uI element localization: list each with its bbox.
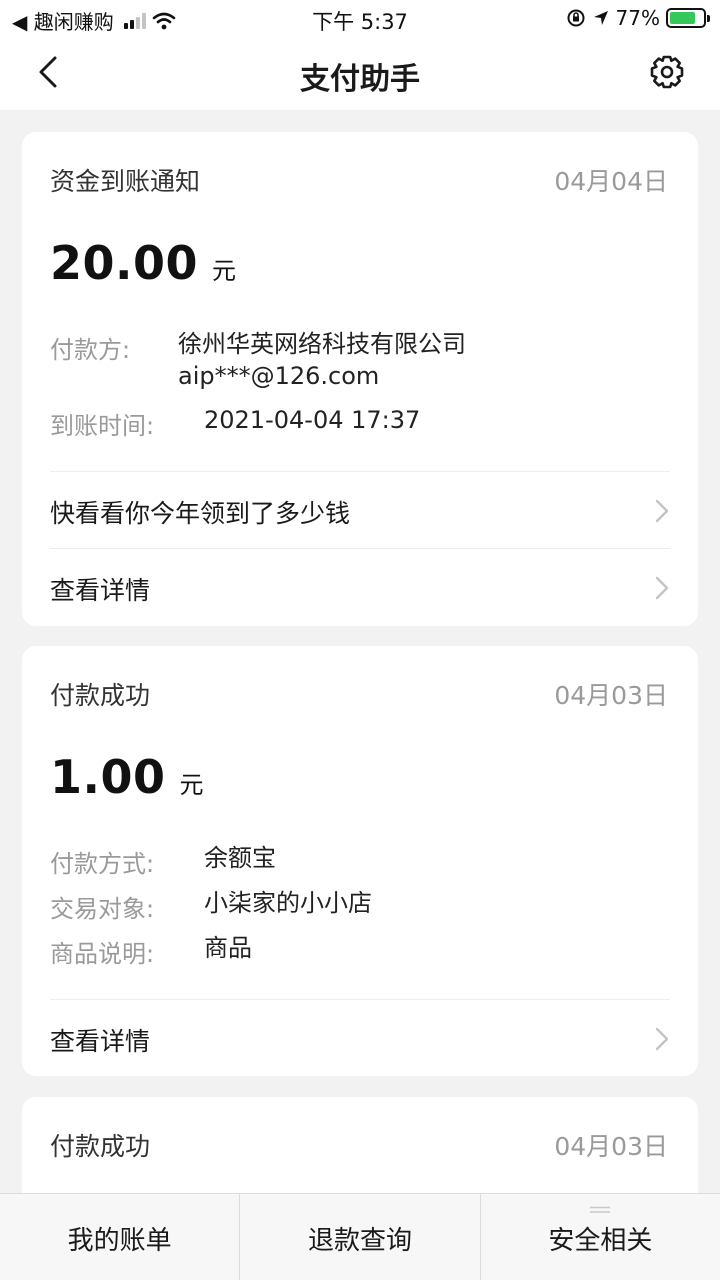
amount: 20.00 元: [50, 236, 236, 290]
tab-refund-query[interactable]: 退款查询: [239, 1194, 479, 1280]
field-item-description: 商品说明: 商品: [50, 934, 668, 968]
payer-account: aip***@126.com: [178, 362, 380, 390]
card-header: 付款成功 04月03日: [50, 676, 668, 712]
card-date: 04月03日: [554, 681, 668, 710]
field-payment-method: 付款方式: 余额宝: [50, 844, 668, 878]
gear-icon[interactable]: [648, 53, 686, 91]
chevron-right-icon: [655, 576, 669, 600]
notice-card-income: 资金到账通知 04月04日 20.00 元 付款方: 徐州华英网络科技有限公司 …: [22, 132, 698, 626]
field-label: 商品说明:: [50, 940, 155, 968]
field-counterparty: 交易对象: 小柒家的小小店: [50, 889, 668, 923]
field-value: 商品: [204, 934, 252, 962]
chevron-right-icon: [655, 499, 669, 523]
link-annual-income[interactable]: 快看看你今年领到了多少钱: [50, 472, 670, 548]
field-label: 付款方:: [50, 336, 131, 364]
field-value: 2021-04-04 17:37: [204, 406, 421, 434]
tab-my-bills[interactable]: 我的账单: [0, 1194, 239, 1280]
menu-icon: [590, 1206, 611, 1213]
amount-unit: 元: [212, 257, 237, 285]
rotation-lock-icon: [567, 9, 585, 27]
battery-icon: [666, 8, 710, 28]
tab-security[interactable]: 安全相关: [479, 1194, 720, 1280]
field-label: 付款方式:: [50, 850, 155, 878]
field-label: 到账时间:: [50, 412, 155, 440]
amount-value: 1.00: [50, 750, 166, 804]
card-header: 付款成功 04月03日: [50, 1127, 668, 1163]
card-date: 04月04日: [554, 167, 668, 196]
card-title: 资金到账通知: [50, 167, 201, 196]
card-date: 04月03日: [554, 1132, 668, 1161]
field-arrival-time: 到账时间: 2021-04-04 17:37: [50, 406, 668, 440]
card-title: 付款成功: [50, 1132, 151, 1161]
notice-card-payment: 付款成功 04月03日 1.00 元 付款方式: 余额宝 交易对象: 小柒家的小…: [22, 646, 698, 1076]
field-value: 小柒家的小小店: [204, 889, 372, 917]
page-title: 支付助手: [300, 62, 420, 97]
field-label: 交易对象:: [50, 895, 155, 923]
location-arrow-icon: [593, 11, 608, 25]
link-label: 查看详情: [50, 576, 151, 605]
link-label: 查看详情: [50, 1027, 151, 1056]
link-label: 快看看你今年领到了多少钱: [50, 499, 351, 528]
card-header: 资金到账通知 04月04日: [50, 162, 668, 198]
status-right: 77%: [566, 6, 710, 30]
amount-value: 20.00: [50, 236, 199, 290]
link-view-details[interactable]: 查看详情: [50, 1000, 670, 1076]
bottom-tab-bar: 我的账单 退款查询 安全相关: [0, 1193, 720, 1280]
status-bar: ◀ 趣闲赚购 下午 5:37 77%: [0, 0, 720, 36]
amount: 1.00 元: [50, 750, 204, 804]
chevron-right-icon: [655, 1027, 669, 1051]
tab-label: 我的账单: [67, 1226, 172, 1256]
field-payer: 付款方: 徐州华英网络科技有限公司 aip***@126.com: [50, 330, 668, 400]
amount-unit: 元: [179, 771, 204, 799]
tab-label: 安全相关: [548, 1226, 653, 1256]
card-title: 付款成功: [50, 681, 151, 710]
top-navbar: 支付助手: [0, 36, 720, 110]
battery-percent: 77%: [615, 6, 660, 30]
tab-label: 退款查询: [307, 1226, 412, 1256]
battery-level-fill: [670, 12, 695, 24]
payer-name: 徐州华英网络科技有限公司: [178, 330, 466, 358]
field-value: 余额宝: [204, 844, 276, 872]
link-view-details[interactable]: 查看详情: [50, 549, 670, 625]
